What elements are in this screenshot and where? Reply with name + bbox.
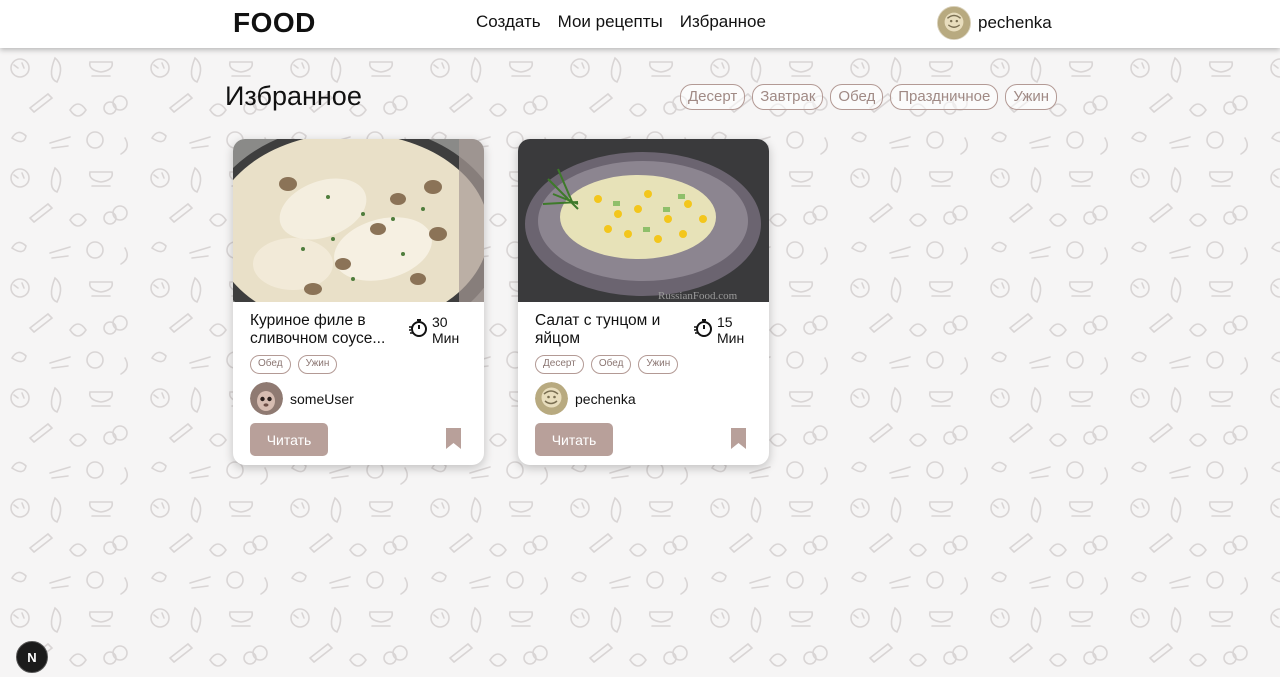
dev-tools-badge[interactable]: N xyxy=(16,641,48,673)
bookmark-icon[interactable] xyxy=(445,427,462,450)
recipe-tags: Десерт Обед Ужин xyxy=(535,355,679,374)
timer-icon xyxy=(694,319,712,337)
recipe-title[interactable]: Салат с тунцом и яйцом xyxy=(535,312,683,348)
filter-lunch[interactable]: Обед xyxy=(830,84,884,110)
author-avatar xyxy=(535,382,568,415)
app-logo[interactable]: FOOD xyxy=(233,7,316,39)
recipe-card: Куриное филе в сливочном соусе... 30 Мин… xyxy=(233,139,484,465)
recipe-tag: Ужин xyxy=(297,355,338,374)
author-name: someUser xyxy=(290,390,354,407)
bookmark-icon[interactable] xyxy=(730,427,747,450)
cooking-time: 15 Мин xyxy=(693,314,753,346)
time-value: 15 xyxy=(717,314,733,330)
page-title: Избранное xyxy=(225,81,362,111)
nav-favorites[interactable]: Избранное xyxy=(680,12,766,32)
filter-dessert[interactable]: Десерт xyxy=(680,84,746,110)
main-content: Избранное Десерт Завтрак Обед Празднично… xyxy=(0,48,1280,677)
timer-icon xyxy=(409,319,427,337)
recipe-tag: Ужин xyxy=(638,355,679,374)
recipe-image[interactable] xyxy=(233,139,484,302)
recipe-title[interactable]: Куриное филе в сливочном соусе... xyxy=(250,312,398,348)
read-button[interactable]: Читать xyxy=(250,423,328,456)
recipe-tag: Обед xyxy=(590,355,632,374)
author-avatar xyxy=(250,382,283,415)
category-filters: Десерт Завтрак Обед Праздничное Ужин xyxy=(680,84,1058,110)
recipe-author[interactable]: someUser xyxy=(250,382,354,415)
nav-my-recipes[interactable]: Мои рецепты xyxy=(558,12,663,32)
user-avatar xyxy=(937,6,971,40)
time-unit: Мин xyxy=(432,330,460,346)
cooking-time: 30 Мин xyxy=(408,314,468,346)
recipe-tag: Обед xyxy=(250,355,291,374)
read-button[interactable]: Читать xyxy=(535,423,613,456)
nav-create[interactable]: Создать xyxy=(476,12,541,32)
svg-text:RussianFood.com: RussianFood.com xyxy=(658,290,738,302)
filter-breakfast[interactable]: Завтрак xyxy=(752,84,824,110)
time-value: 30 xyxy=(432,314,448,330)
recipe-card: RussianFood.com Салат с тунцом и яйцом 1… xyxy=(518,139,769,465)
user-name: pechenka xyxy=(978,13,1052,32)
filter-holiday[interactable]: Праздничное xyxy=(890,84,999,110)
main-nav: Создать Мои рецепты Избранное xyxy=(476,12,766,32)
user-menu[interactable]: pechenka xyxy=(937,6,1052,40)
time-unit: Мин xyxy=(717,330,745,346)
recipe-tag: Десерт xyxy=(535,355,584,374)
top-navbar: FOOD Создать Мои рецепты Избранное peche… xyxy=(0,0,1280,48)
recipe-tags: Обед Ужин xyxy=(250,355,338,374)
filter-dinner[interactable]: Ужин xyxy=(1005,84,1058,110)
author-name: pechenka xyxy=(575,390,636,407)
recipe-author[interactable]: pechenka xyxy=(535,382,636,415)
recipe-image[interactable]: RussianFood.com xyxy=(518,139,769,302)
